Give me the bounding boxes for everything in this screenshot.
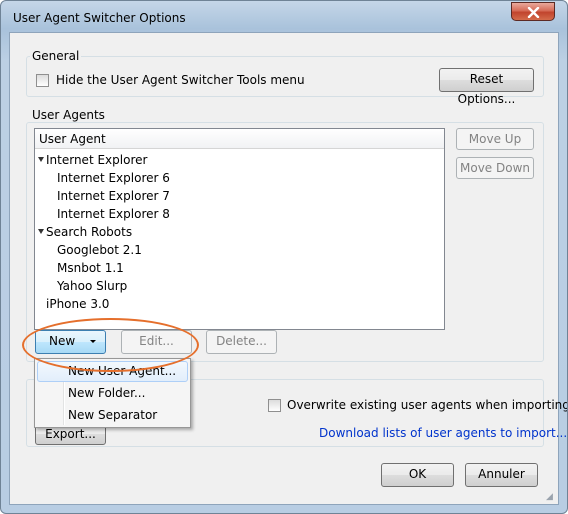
tree-item-label: Googlebot 2.1	[57, 243, 142, 257]
download-link[interactable]: Download lists of user agents to import.…	[319, 426, 567, 440]
menu-item-new-folder[interactable]: New Folder...	[37, 383, 188, 404]
tree-item-label: Search Robots	[46, 225, 133, 239]
menu-item-new-user-agent[interactable]: New User Agent...	[37, 361, 188, 382]
ok-button[interactable]: OK	[381, 463, 454, 487]
menu-item-new-separator[interactable]: New Separator	[37, 405, 188, 426]
general-group-label: General	[30, 49, 82, 63]
tree-item[interactable]: Msnbot 1.1	[57, 259, 124, 277]
tree-item-label: Internet Explorer 8	[57, 207, 170, 221]
tree-item[interactable]: Googlebot 2.1	[57, 241, 142, 259]
new-dropdown-menu: New User Agent... New Folder... New Sepa…	[34, 358, 191, 428]
overwrite-label: Overwrite existing user agents when impo…	[287, 398, 568, 412]
options-dialog: User Agent Switcher Options General Hide…	[0, 0, 568, 514]
hide-menu-checkbox[interactable]	[36, 74, 49, 87]
close-icon	[527, 7, 540, 18]
delete-button[interactable]: Delete...	[206, 330, 277, 354]
tree-folder-item[interactable]: Internet Explorer	[38, 151, 147, 169]
column-header-label: User Agent	[39, 132, 106, 146]
tree-item[interactable]: Internet Explorer 6	[57, 169, 170, 187]
reset-options-button[interactable]: Reset Options...	[439, 68, 534, 106]
tree-item-label: Msnbot 1.1	[57, 261, 124, 275]
cancel-button[interactable]: Annuler	[465, 463, 538, 487]
move-up-button[interactable]: Move Up	[456, 128, 534, 150]
close-button[interactable]	[511, 2, 555, 21]
title-bar[interactable]: User Agent Switcher Options	[1, 1, 567, 31]
tree-item[interactable]: Internet Explorer 8	[57, 205, 170, 223]
tree-item[interactable]: iPhone 3.0	[46, 295, 109, 313]
overwrite-checkbox[interactable]	[268, 399, 281, 412]
tree-item-label: Internet Explorer	[46, 153, 148, 167]
column-header-user-agent[interactable]: User Agent	[35, 129, 444, 149]
expand-triangle-icon[interactable]	[38, 157, 44, 162]
tree-item[interactable]: Yahoo Slurp	[57, 277, 127, 295]
new-button[interactable]: New	[35, 330, 106, 354]
tree-item-label: iPhone 3.0	[46, 297, 110, 311]
tree-item-label: Yahoo Slurp	[57, 279, 128, 293]
resize-grip-icon[interactable]: ◢	[546, 492, 553, 502]
dialog-body: General Hide the User Agent Switcher Too…	[9, 32, 567, 505]
window-title: User Agent Switcher Options	[13, 11, 186, 25]
dropdown-arrow-icon	[90, 340, 96, 343]
edit-button[interactable]: Edit...	[121, 330, 192, 354]
tree-folder-item[interactable]: Search Robots	[38, 223, 132, 241]
expand-triangle-icon[interactable]	[38, 229, 44, 234]
move-down-button[interactable]: Move Down	[456, 157, 534, 179]
tree-item-label: Internet Explorer 7	[57, 189, 170, 203]
user-agent-tree[interactable]: User Agent Internet Explorer Internet Exp…	[34, 128, 445, 330]
hide-menu-label: Hide the User Agent Switcher Tools menu	[56, 73, 305, 87]
tree-item-label: Internet Explorer 6	[57, 171, 170, 185]
user-agents-group-label: User Agents	[30, 108, 107, 122]
new-button-label: New	[49, 334, 76, 348]
tree-item[interactable]: Internet Explorer 7	[57, 187, 170, 205]
